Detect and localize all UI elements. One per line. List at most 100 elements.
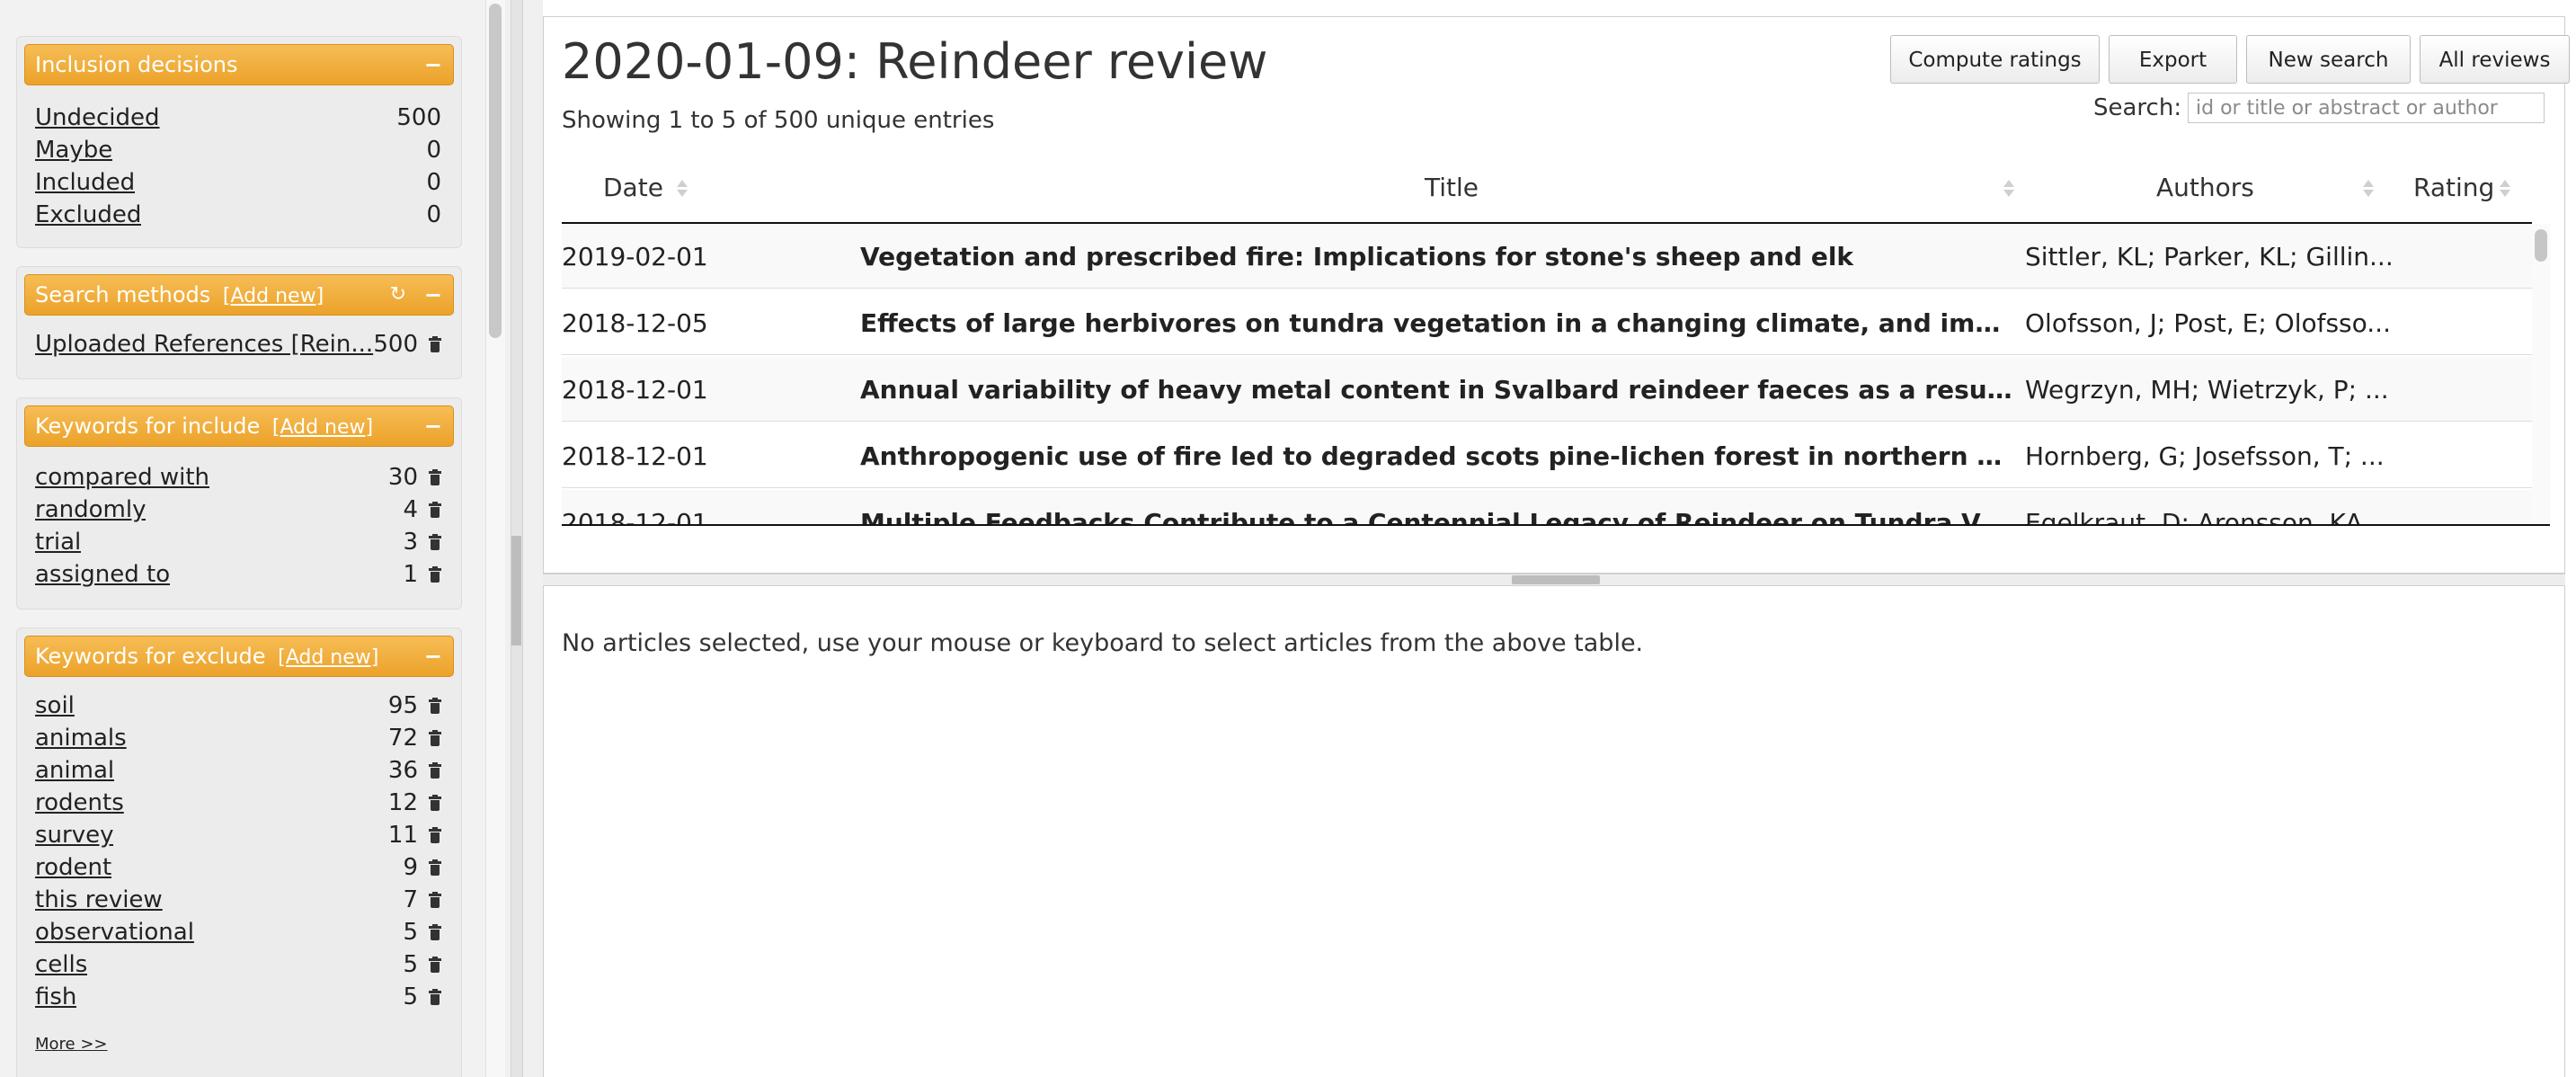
collapse-icon[interactable]: − bbox=[424, 45, 442, 85]
inclusion-row[interactable]: Excluded 0 bbox=[35, 199, 443, 231]
collapse-icon[interactable]: − bbox=[424, 275, 442, 315]
trash-icon[interactable] bbox=[429, 534, 441, 550]
inclusion-row[interactable]: Undecided 500 bbox=[35, 102, 443, 134]
inclusion-row[interactable]: Maybe 0 bbox=[35, 134, 443, 166]
exclude-keyword-row[interactable]: cells 5 bbox=[35, 948, 443, 981]
collapse-icon[interactable]: − bbox=[424, 636, 442, 676]
entries-info: Showing 1 to 5 of 500 unique entries bbox=[562, 107, 995, 134]
exclude-keyword-count: 72 bbox=[387, 725, 418, 752]
table-row[interactable]: 2019-02-01 Vegetation and prescribed fir… bbox=[562, 224, 2532, 289]
inclusion-label[interactable]: Included bbox=[35, 166, 135, 199]
inclusion-row[interactable]: Included 0 bbox=[35, 166, 443, 199]
inclusion-decisions-title: Inclusion decisions bbox=[35, 52, 238, 77]
exclude-keyword-label[interactable]: rodent bbox=[35, 851, 111, 884]
exclude-keyword-row[interactable]: survey 11 bbox=[35, 819, 443, 851]
inclusion-label[interactable]: Excluded bbox=[35, 199, 141, 231]
exclude-keyword-label[interactable]: survey bbox=[35, 819, 113, 851]
sort-icon[interactable] bbox=[2500, 180, 2510, 198]
exclude-keyword-row[interactable]: animals 72 bbox=[35, 722, 443, 754]
row-authors: Sittler, KL; Parker, KL; Gillin... bbox=[2025, 242, 2394, 271]
table-scrollbar-track[interactable] bbox=[2532, 224, 2550, 524]
add-include-keyword-link[interactable]: [Add new] bbox=[272, 416, 373, 439]
include-keyword-row[interactable]: compared with 30 bbox=[35, 461, 443, 494]
include-keyword-row[interactable]: randomly 4 bbox=[35, 494, 443, 526]
search-methods-header[interactable]: Search methods [Add new] ↻ − bbox=[24, 274, 454, 316]
trash-icon[interactable] bbox=[429, 469, 441, 485]
exclude-keyword-label[interactable]: cells bbox=[35, 948, 87, 981]
keywords-include-header[interactable]: Keywords for include [Add new] − bbox=[24, 405, 454, 447]
trash-icon[interactable] bbox=[429, 795, 441, 811]
exclude-keyword-row[interactable]: rodent 9 bbox=[35, 851, 443, 884]
trash-icon[interactable] bbox=[429, 892, 441, 908]
column-header-date[interactable]: Date bbox=[603, 152, 663, 222]
include-keyword-row[interactable]: trial 3 bbox=[35, 526, 443, 558]
exclude-keyword-row[interactable]: soil 95 bbox=[35, 690, 443, 722]
search-methods-title: Search methods bbox=[35, 282, 211, 307]
exclude-keyword-label[interactable]: observational bbox=[35, 916, 194, 948]
exclude-keyword-row[interactable]: observational 5 bbox=[35, 916, 443, 948]
inclusion-decisions-header[interactable]: Inclusion decisions − bbox=[24, 44, 454, 85]
sidebar-scrollbar-thumb[interactable] bbox=[489, 4, 502, 338]
exclude-keyword-row[interactable]: fish 5 bbox=[35, 981, 443, 1013]
exclude-keyword-row[interactable]: this review 7 bbox=[35, 884, 443, 916]
inclusion-label[interactable]: Maybe bbox=[35, 134, 112, 166]
trash-icon[interactable] bbox=[429, 698, 441, 714]
trash-icon[interactable] bbox=[429, 924, 441, 940]
trash-icon[interactable] bbox=[429, 859, 441, 876]
column-header-rating[interactable]: Rating bbox=[2413, 152, 2494, 222]
trash-icon[interactable] bbox=[429, 762, 441, 779]
results-pane: 2020-01-09: Reindeer review Showing 1 to… bbox=[543, 16, 2570, 574]
include-keyword-label[interactable]: trial bbox=[35, 526, 81, 558]
table-scrollbar-thumb[interactable] bbox=[2535, 229, 2547, 262]
table-row[interactable]: 2018-12-05 Effects of large herbivores o… bbox=[562, 290, 2532, 355]
exclude-keyword-label[interactable]: soil bbox=[35, 690, 75, 722]
sort-icon[interactable] bbox=[677, 180, 688, 198]
inclusion-label[interactable]: Undecided bbox=[35, 102, 160, 134]
include-keyword-label[interactable]: randomly bbox=[35, 494, 146, 526]
sidebar-resizer-handle[interactable] bbox=[511, 536, 521, 645]
search-input[interactable] bbox=[2188, 93, 2545, 123]
exclude-keyword-label[interactable]: animal bbox=[35, 754, 114, 787]
include-keyword-count: 1 bbox=[403, 561, 418, 588]
exclude-keyword-label[interactable]: fish bbox=[35, 981, 76, 1013]
keywords-exclude-header[interactable]: Keywords for exclude [Add new] − bbox=[24, 636, 454, 677]
new-search-button[interactable]: New search bbox=[2246, 35, 2411, 84]
add-exclude-keyword-link[interactable]: [Add new] bbox=[278, 646, 378, 669]
compute-ratings-button[interactable]: Compute ratings bbox=[1890, 35, 2100, 84]
refresh-icon[interactable]: ↻ bbox=[390, 275, 406, 315]
search-label: Search: bbox=[2093, 94, 2182, 121]
row-date: 2018-12-01 bbox=[562, 441, 708, 471]
trash-icon[interactable] bbox=[429, 957, 441, 973]
column-header-authors[interactable]: Authors bbox=[2156, 152, 2254, 222]
exclude-keyword-label[interactable]: rodents bbox=[35, 787, 124, 819]
search-method-row[interactable]: Uploaded References [Rein... 500 bbox=[35, 328, 443, 360]
table-row[interactable]: 2018-12-01 Multiple Feedbacks Contribute… bbox=[562, 490, 2532, 524]
exclude-keyword-row[interactable]: rodents 12 bbox=[35, 787, 443, 819]
row-title: Anthropogenic use of fire led to degrade… bbox=[860, 441, 2018, 471]
include-keyword-label[interactable]: assigned to bbox=[35, 558, 170, 591]
more-keywords-link[interactable]: More >> bbox=[35, 1035, 108, 1054]
exclude-keyword-label[interactable]: this review bbox=[35, 884, 163, 916]
table-row[interactable]: 2018-12-01 Anthropogenic use of fire led… bbox=[562, 423, 2532, 488]
sort-icon[interactable] bbox=[2003, 180, 2014, 198]
all-reviews-button[interactable]: All reviews bbox=[2420, 35, 2570, 84]
trash-icon[interactable] bbox=[429, 336, 441, 352]
trash-icon[interactable] bbox=[429, 989, 441, 1005]
include-keyword-label[interactable]: compared with bbox=[35, 461, 209, 494]
column-header-title[interactable]: Title bbox=[1425, 152, 1479, 222]
exclude-keyword-label[interactable]: animals bbox=[35, 722, 127, 754]
table-row[interactable]: 2018-12-01 Annual variability of heavy m… bbox=[562, 357, 2532, 422]
trash-icon[interactable] bbox=[429, 566, 441, 583]
trash-icon[interactable] bbox=[429, 502, 441, 518]
add-search-method-link[interactable]: [Add new] bbox=[223, 285, 324, 307]
exclude-keyword-row[interactable]: animal 36 bbox=[35, 754, 443, 787]
search-method-label[interactable]: Uploaded References [Rein... bbox=[35, 328, 377, 360]
sort-icon[interactable] bbox=[2363, 180, 2374, 198]
pane-splitter-handle[interactable] bbox=[1512, 575, 1600, 584]
include-keyword-row[interactable]: assigned to 1 bbox=[35, 558, 443, 591]
trash-icon[interactable] bbox=[429, 827, 441, 843]
collapse-icon[interactable]: − bbox=[424, 406, 442, 446]
export-button[interactable]: Export bbox=[2109, 35, 2237, 84]
trash-icon[interactable] bbox=[429, 730, 441, 746]
results-table-body[interactable]: 2019-02-01 Vegetation and prescribed fir… bbox=[562, 224, 2532, 524]
